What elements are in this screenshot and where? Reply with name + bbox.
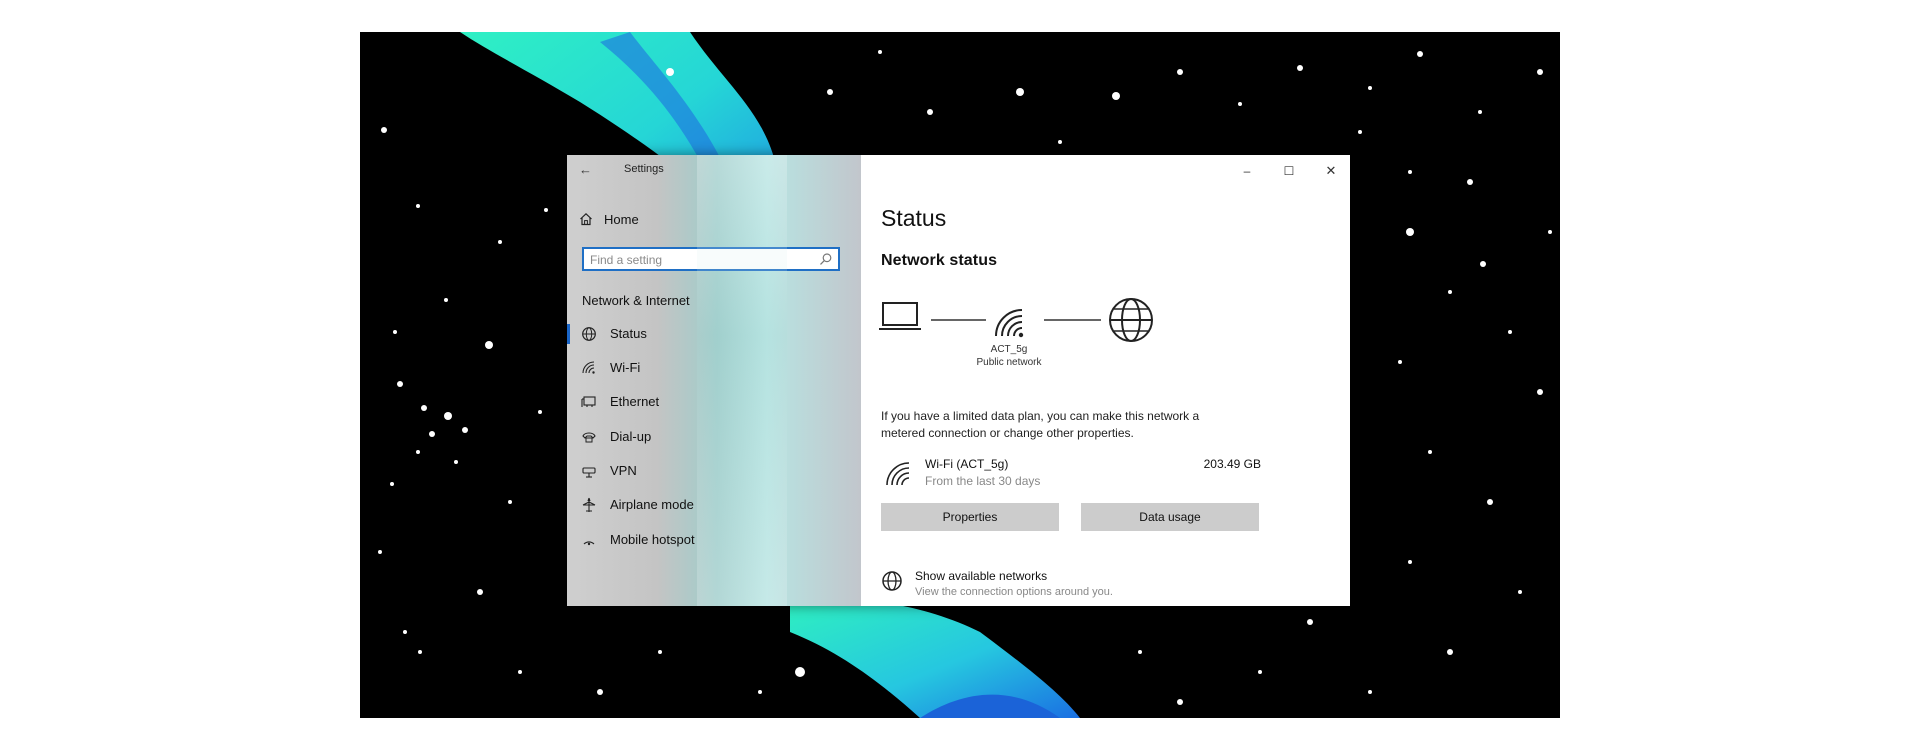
network-type: Public network: [976, 357, 1042, 368]
sidebar-item-label: Ethernet: [610, 394, 660, 409]
sidebar-item-ethernet[interactable]: Ethernet: [567, 385, 861, 419]
close-icon: ✕: [1325, 163, 1337, 178]
laptop-icon: [879, 302, 921, 330]
sidebar-item-airplane-mode[interactable]: Airplane mode: [567, 488, 861, 522]
search-icon[interactable]: [819, 252, 833, 266]
search-input[interactable]: [590, 251, 810, 269]
wifi-signal-icon: [995, 309, 1024, 338]
maximize-icon: ☐: [1283, 164, 1295, 178]
sidebar-item-mobile-hotspot[interactable]: Mobile hotspot: [567, 523, 861, 557]
connection-period: From the last 30 days: [925, 474, 1041, 488]
search-box[interactable]: [582, 247, 840, 271]
connection-row: Wi-Fi (ACT_5g) From the last 30 days 203…: [881, 455, 1261, 489]
settings-window: ← Settings Home Network & Internet: [567, 155, 1350, 606]
internet-globe-icon: [1109, 298, 1153, 342]
network-name: ACT_5g: [990, 344, 1028, 355]
vpn-icon: [582, 467, 596, 478]
data-usage-amount: 203.49 GB: [1203, 457, 1261, 471]
connection-name: Wi-Fi (ACT_5g): [925, 457, 1009, 471]
sidebar-item-label: Mobile hotspot: [610, 532, 695, 547]
ethernet-icon: [581, 396, 596, 407]
titlebar: ← Settings: [567, 155, 861, 185]
sidebar-item-wifi[interactable]: Wi-Fi: [567, 351, 861, 385]
close-button[interactable]: ✕: [1313, 159, 1349, 183]
network-globe-icon: [882, 571, 902, 591]
sidebar-item-label: Dial-up: [610, 429, 652, 444]
maximize-button[interactable]: ☐: [1271, 159, 1307, 183]
hotspot-icon: [583, 541, 595, 546]
sidebar-item-vpn[interactable]: VPN: [567, 454, 861, 488]
minimize-button[interactable]: –: [1229, 159, 1265, 183]
sidebar-item-label: Airplane mode: [610, 497, 694, 512]
settings-sidebar: ← Settings Home Network & Internet: [567, 155, 861, 606]
home-nav-item[interactable]: Home: [579, 208, 639, 230]
network-status-heading: Network status: [881, 252, 998, 269]
back-button[interactable]: ←: [579, 161, 599, 179]
sidebar-item-dialup[interactable]: Dial-up: [567, 420, 861, 454]
status-page: – ☐ ✕ Status Network status ACT_5g Publi…: [861, 155, 1350, 606]
wifi-icon: [886, 462, 910, 486]
home-icon: [580, 212, 592, 226]
airplane-icon: [582, 497, 596, 512]
show-networks-subtitle: View the connection options around you.: [915, 586, 1113, 598]
minimize-icon: –: [1243, 164, 1251, 178]
section-heading: Network & Internet: [582, 293, 690, 308]
status-globe-icon: [582, 327, 596, 341]
network-diagram: [879, 298, 1153, 342]
data-usage-button[interactable]: Data usage: [1081, 503, 1259, 531]
sidebar-item-status[interactable]: Status: [567, 317, 861, 351]
back-arrow-icon: ←: [579, 162, 592, 177]
sidebar-item-label: VPN: [610, 463, 637, 478]
sidebar-item-label: Status: [610, 326, 647, 341]
dialup-icon: [582, 432, 596, 443]
app-title: Settings: [624, 163, 664, 175]
desktop-wallpaper: ← Settings Home Network & Internet: [360, 32, 1560, 718]
show-networks-title: Show available networks: [915, 569, 1048, 583]
home-label: Home: [604, 211, 639, 227]
show-available-networks-link[interactable]: Show available networks View the connect…: [881, 567, 1281, 606]
wifi-icon: [582, 361, 595, 374]
page-title: Status: [881, 205, 947, 231]
info-text: If you have a limited data plan, you can…: [881, 409, 1200, 440]
sidebar-item-label: Wi-Fi: [610, 360, 641, 375]
properties-button[interactable]: Properties: [881, 503, 1059, 531]
